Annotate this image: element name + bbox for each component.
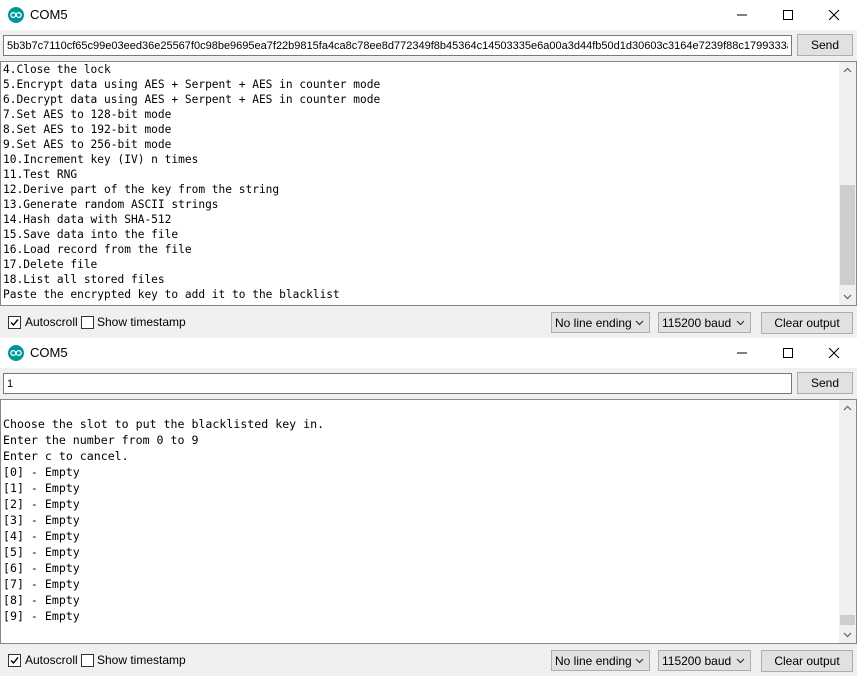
scroll-down-icon[interactable] bbox=[843, 294, 852, 300]
chevron-down-icon bbox=[736, 658, 745, 664]
chevron-down-icon bbox=[736, 320, 745, 326]
title-bar[interactable]: COM5 bbox=[0, 338, 857, 368]
scroll-up-icon[interactable] bbox=[843, 405, 852, 411]
output-line: 17.Delete file bbox=[3, 258, 98, 271]
autoscroll-checkbox[interactable] bbox=[8, 654, 21, 667]
output-line: [6] - Empty bbox=[3, 561, 80, 575]
send-button[interactable]: Send bbox=[797, 372, 853, 394]
minimize-icon bbox=[737, 14, 747, 16]
output-line: 6.Decrypt data using AES + Serpent + AES… bbox=[3, 93, 381, 106]
arduino-icon bbox=[8, 7, 24, 23]
output-line: [8] - Empty bbox=[3, 593, 80, 607]
output-line: Enter c to cancel. bbox=[3, 449, 129, 463]
title-bar[interactable]: COM5 bbox=[0, 0, 857, 30]
vertical-scrollbar[interactable] bbox=[839, 62, 856, 305]
output-line: 8.Set AES to 192-bit mode bbox=[3, 123, 172, 136]
timestamp-checkbox[interactable] bbox=[81, 654, 94, 667]
output-line: 15.Save data into the file bbox=[3, 228, 179, 241]
line-ending-select[interactable]: No line ending bbox=[551, 650, 650, 671]
scroll-up-icon[interactable] bbox=[843, 67, 852, 73]
output-line: [1] - Empty bbox=[3, 481, 80, 495]
close-icon bbox=[828, 347, 840, 359]
output-line: Choose the slot to put the blacklisted k… bbox=[3, 417, 325, 431]
output-line: Paste the encrypted key to add it to the… bbox=[3, 288, 340, 301]
autoscroll-checkbox[interactable] bbox=[8, 316, 21, 329]
output-line: 11.Test RNG bbox=[3, 168, 78, 181]
chevron-down-icon bbox=[635, 658, 644, 664]
scroll-down-icon[interactable] bbox=[843, 632, 852, 638]
serial-monitor-window-2: COM5 Send Choose the slot to put the bla… bbox=[0, 338, 857, 676]
baud-rate-value: 115200 baud bbox=[662, 316, 732, 330]
close-icon bbox=[828, 9, 840, 21]
maximize-icon bbox=[783, 10, 793, 20]
serial-input[interactable] bbox=[3, 35, 792, 56]
serial-output[interactable]: 4.Close the lock 5.Encrypt data using AES… bbox=[0, 61, 857, 306]
baud-rate-select[interactable]: 115200 baud bbox=[658, 312, 751, 333]
output-line: Enter the number from 0 to 9 bbox=[3, 433, 199, 447]
baud-rate-select[interactable]: 115200 baud bbox=[658, 650, 751, 671]
clear-output-button[interactable]: Clear output bbox=[761, 650, 853, 672]
send-row: Send bbox=[0, 30, 857, 60]
timestamp-checkbox[interactable] bbox=[81, 316, 94, 329]
output-line: 5.Encrypt data using AES + Serpent + AES… bbox=[3, 78, 381, 91]
output-line: 16.Load record from the file bbox=[3, 243, 192, 256]
maximize-button[interactable] bbox=[765, 0, 811, 30]
vertical-scrollbar[interactable] bbox=[839, 400, 856, 643]
send-row: Send bbox=[0, 368, 857, 398]
output-line: 18.List all stored files bbox=[3, 273, 165, 286]
close-button[interactable] bbox=[811, 338, 857, 368]
output-line: 4.Close the lock bbox=[3, 63, 111, 76]
options-bar: Autoscroll Show timestamp No line ending… bbox=[0, 644, 857, 676]
timestamp-label[interactable]: Show timestamp bbox=[97, 315, 186, 329]
maximize-button[interactable] bbox=[765, 338, 811, 368]
output-line: 14.Hash data with SHA-512 bbox=[3, 213, 172, 226]
window-title: COM5 bbox=[30, 345, 68, 360]
timestamp-label[interactable]: Show timestamp bbox=[97, 653, 186, 667]
checkmark-icon bbox=[10, 657, 19, 665]
clear-output-button[interactable]: Clear output bbox=[761, 312, 853, 334]
serial-monitor-window-1: COM5 Send 4.Close the lock 5.Encrypt data… bbox=[0, 0, 857, 338]
output-line: 13.Generate random ASCII strings bbox=[3, 198, 219, 211]
checkmark-icon bbox=[10, 319, 19, 327]
output-line: [4] - Empty bbox=[3, 529, 80, 543]
line-ending-value: No line ending bbox=[555, 316, 632, 330]
options-bar: Autoscroll Show timestamp No line ending… bbox=[0, 306, 857, 338]
output-line: 9.Set AES to 256-bit mode bbox=[3, 138, 172, 151]
send-button[interactable]: Send bbox=[797, 34, 853, 56]
output-line: [3] - Empty bbox=[3, 513, 80, 527]
minimize-icon bbox=[737, 352, 747, 354]
chevron-down-icon bbox=[635, 320, 644, 326]
maximize-icon bbox=[783, 348, 793, 358]
autoscroll-label[interactable]: Autoscroll bbox=[25, 653, 78, 667]
arduino-icon bbox=[8, 345, 24, 361]
autoscroll-label[interactable]: Autoscroll bbox=[25, 315, 78, 329]
window-title: COM5 bbox=[30, 7, 68, 22]
line-ending-value: No line ending bbox=[555, 654, 632, 668]
output-line: 7.Set AES to 128-bit mode bbox=[3, 108, 172, 121]
minimize-button[interactable] bbox=[719, 338, 765, 368]
output-line: 10.Increment key (IV) n times bbox=[3, 153, 199, 166]
output-line: [7] - Empty bbox=[3, 577, 80, 591]
scroll-thumb[interactable] bbox=[840, 185, 855, 285]
baud-rate-value: 115200 baud bbox=[662, 654, 732, 668]
scroll-thumb[interactable] bbox=[840, 615, 855, 625]
output-line: [2] - Empty bbox=[3, 497, 80, 511]
serial-output[interactable]: Choose the slot to put the blacklisted k… bbox=[0, 399, 857, 644]
minimize-button[interactable] bbox=[719, 0, 765, 30]
output-line: [9] - Empty bbox=[3, 609, 80, 623]
serial-input[interactable] bbox=[3, 373, 792, 394]
output-line: [0] - Empty bbox=[3, 465, 80, 479]
output-text: Choose the slot to put the blacklisted k… bbox=[3, 416, 839, 659]
line-ending-select[interactable]: No line ending bbox=[551, 312, 650, 333]
close-button[interactable] bbox=[811, 0, 857, 30]
output-line: 12.Derive part of the key from the strin… bbox=[3, 183, 280, 196]
output-text: 4.Close the lock 5.Encrypt data using AES… bbox=[3, 62, 839, 305]
output-line: [5] - Empty bbox=[3, 545, 80, 559]
